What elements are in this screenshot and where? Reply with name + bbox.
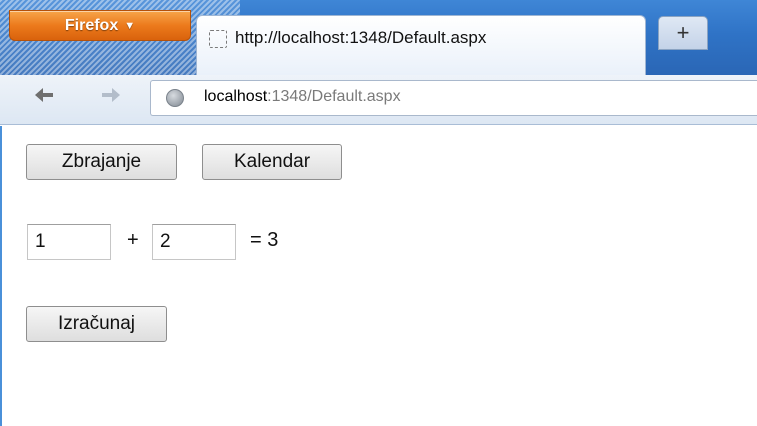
url-text[interactable]: localhost:1348/Default.aspx [204, 88, 401, 106]
back-arrow-icon[interactable] [33, 83, 57, 107]
url-host: localhost [204, 88, 268, 105]
forward-arrow-icon[interactable] [98, 83, 122, 107]
operand-a-input[interactable] [27, 224, 111, 260]
site-identity-icon[interactable] [166, 89, 184, 107]
firefox-menu-label: Firefox [64, 16, 119, 34]
blank-page-icon [209, 30, 227, 48]
url-path: :1348/Default.aspx [267, 88, 401, 105]
izracunaj-button[interactable]: Izračunaj [26, 306, 167, 342]
plus-icon: + [676, 20, 690, 45]
result-text: = 3 [250, 229, 279, 251]
new-tab-button[interactable]: + [658, 16, 708, 50]
chevron-down-icon: ▼ [124, 20, 136, 32]
operand-b-input[interactable] [152, 224, 236, 260]
zbrajanje-button[interactable]: Zbrajanje [26, 144, 177, 180]
firefox-menu-button[interactable]: Firefox ▼ [9, 10, 191, 41]
kalendar-button[interactable]: Kalendar [202, 144, 342, 180]
tab-title: http://localhost:1348/Default.aspx [235, 28, 487, 47]
browser-tab[interactable]: http://localhost:1348/Default.aspx [196, 15, 646, 75]
plus-sign: + [127, 229, 139, 251]
